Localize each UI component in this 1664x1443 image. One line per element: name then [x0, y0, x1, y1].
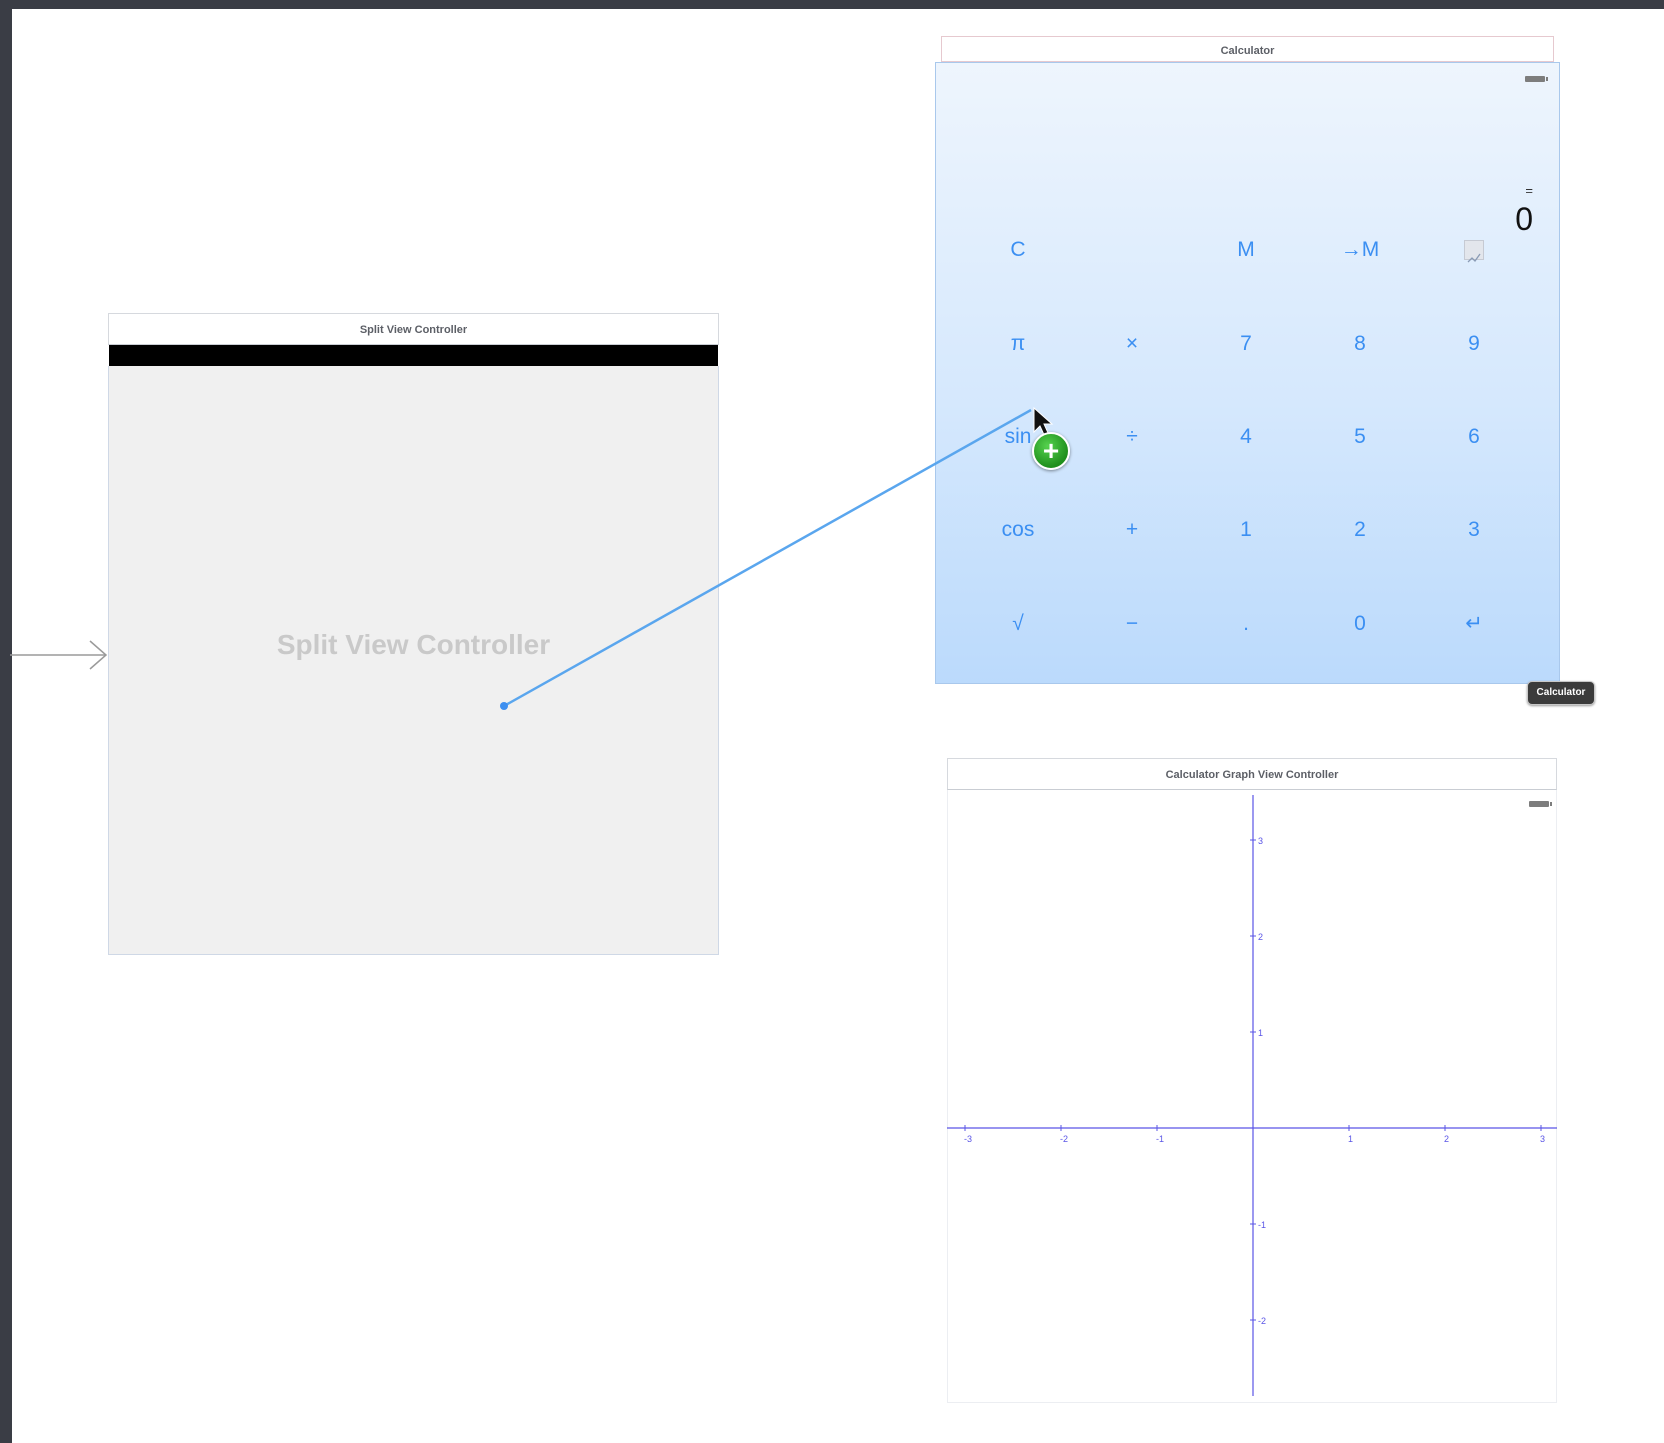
key-sqrt[interactable]: √: [978, 604, 1058, 644]
calculator-display: 0: [1515, 201, 1533, 237]
split-view-scene-title[interactable]: Split View Controller: [108, 313, 719, 345]
description-label: =: [1525, 183, 1533, 198]
key-4[interactable]: 4: [1206, 417, 1286, 457]
key-8[interactable]: 8: [1320, 324, 1400, 364]
key-plus[interactable]: +: [1092, 510, 1172, 550]
status-bar: [109, 345, 718, 366]
graph-scene-title[interactable]: Calculator Graph View Controller: [947, 758, 1557, 790]
key-divide[interactable]: ÷: [1092, 417, 1172, 457]
y-tick-label: 1: [1258, 1028, 1263, 1038]
split-view-placeholder-label: Split View Controller: [276, 629, 551, 660]
key-memory[interactable]: M: [1206, 230, 1286, 270]
x-tick-label: 2: [1444, 1134, 1449, 1144]
calculator-view[interactable]: = 0 C M →M π × 7 8 9 sin ÷ 4 5 6 cos + 1…: [935, 62, 1560, 684]
key-5[interactable]: 5: [1320, 417, 1400, 457]
calculator-scene[interactable]: Calculator = 0 C M →M π × 7 8 9 sin ÷ 4 …: [935, 36, 1560, 686]
key-0[interactable]: 0: [1320, 604, 1400, 644]
x-tick-label: 1: [1348, 1134, 1353, 1144]
y-tick-label: -2: [1258, 1316, 1266, 1326]
y-tick-label: 3: [1258, 836, 1263, 846]
key-decimal[interactable]: .: [1206, 604, 1286, 644]
add-plus-icon: +: [1032, 432, 1070, 470]
key-multiply[interactable]: ×: [1092, 324, 1172, 364]
x-tick-label: 3: [1540, 1134, 1545, 1144]
y-tick-label: 2: [1258, 932, 1263, 942]
calculator-scene-title[interactable]: Calculator: [941, 36, 1554, 62]
graph-icon: [1464, 240, 1484, 263]
initial-view-controller-arrow: [10, 640, 108, 670]
key-7[interactable]: 7: [1206, 324, 1286, 364]
y-tick-label: -1: [1258, 1220, 1266, 1230]
key-9[interactable]: 9: [1434, 324, 1514, 364]
axes-drawing: -3-2-1123 321-1-2-3: [947, 795, 1557, 1396]
split-view-body[interactable]: Split View Controller: [108, 366, 719, 955]
key-minus[interactable]: −: [1092, 604, 1172, 644]
key-cos[interactable]: cos: [978, 510, 1058, 550]
key-empty: [1092, 230, 1172, 270]
battery-icon: [1525, 76, 1548, 82]
key-2[interactable]: 2: [1320, 510, 1400, 550]
split-view-controller-scene[interactable]: Split View Controller Split View Control…: [108, 313, 719, 955]
x-tick-label: -3: [964, 1134, 972, 1144]
graph-view-controller-scene[interactable]: Calculator Graph View Controller -3 -2 -1 1…: [947, 758, 1557, 1403]
key-1[interactable]: 1: [1206, 510, 1286, 550]
x-tick-label: -2: [1060, 1134, 1068, 1144]
calculator-scene-badge: Calculator: [1527, 681, 1595, 705]
key-6[interactable]: 6: [1434, 417, 1514, 457]
x-tick-label: -1: [1156, 1134, 1164, 1144]
key-3[interactable]: 3: [1434, 510, 1514, 550]
key-clear[interactable]: C: [978, 230, 1058, 270]
key-enter[interactable]: ↵: [1434, 604, 1514, 644]
key-pi[interactable]: π: [978, 324, 1058, 364]
key-set-memory[interactable]: →M: [1320, 230, 1400, 270]
key-graph[interactable]: [1434, 230, 1514, 270]
